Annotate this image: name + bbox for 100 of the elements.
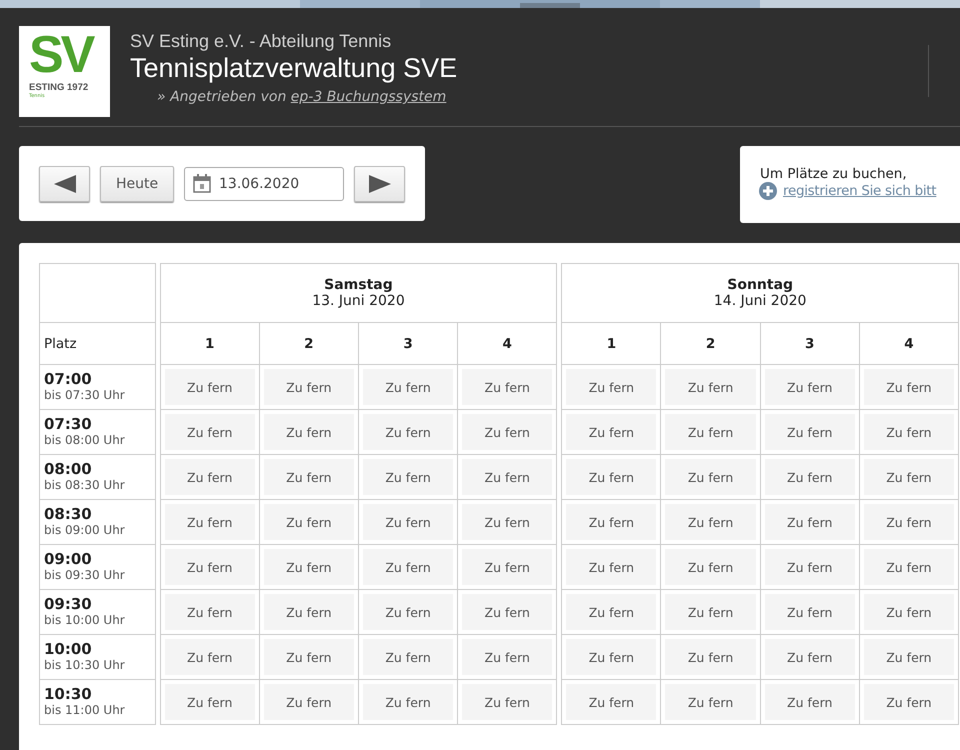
- time-label: 08:30: [44, 506, 93, 523]
- slot-cell: Zu fern: [462, 549, 552, 585]
- time-range: bis 07:30 Uhr: [44, 388, 126, 403]
- powered-by-text: » Angetrieben von ep-3 Buchungssystem: [157, 89, 448, 105]
- slot-cell: Zu fern: [462, 504, 552, 540]
- slot-cell: Zu fern: [462, 369, 552, 405]
- slot-cell: Zu fern: [362, 639, 454, 675]
- left-triangle-icon: [54, 174, 76, 192]
- slot-cell: Zu fern: [164, 639, 255, 675]
- slot-cell: Zu fern: [462, 414, 552, 450]
- slot-cell: Zu fern: [362, 369, 454, 405]
- time-range: bis 08:30 Uhr: [44, 478, 126, 493]
- court-number: 2: [304, 336, 314, 352]
- slot-cell: Zu fern: [864, 414, 954, 450]
- slot-cell: Zu fern: [264, 459, 354, 495]
- time-range: bis 11:00 Uhr: [44, 703, 126, 718]
- slot-cell: Zu fern: [264, 549, 354, 585]
- plus-icon: [759, 182, 777, 200]
- slot-cell: Zu fern: [764, 369, 855, 405]
- time-range: bis 09:00 Uhr: [44, 523, 126, 538]
- slot-cell: Zu fern: [864, 684, 954, 720]
- club-name: SV Esting e.V. - Abteilung Tennis: [130, 31, 392, 52]
- slot-cell: Zu fern: [566, 684, 656, 720]
- register-link[interactable]: registrieren Sie sich bitt: [783, 183, 936, 199]
- slot-cell: Zu fern: [462, 639, 552, 675]
- slot-cell: Zu fern: [362, 549, 454, 585]
- slot-cell: Zu fern: [462, 459, 552, 495]
- slot-cell: Zu fern: [764, 414, 855, 450]
- notice-text: Um Plätze zu buchen,: [760, 166, 908, 182]
- slot-cell: Zu fern: [764, 639, 855, 675]
- slot-cell: Zu fern: [665, 594, 756, 630]
- slot-cell: Zu fern: [764, 684, 855, 720]
- right-triangle-icon: [368, 174, 390, 192]
- date-field[interactable]: 13.06.2020: [184, 166, 344, 200]
- time-range: bis 09:30 Uhr: [44, 568, 126, 583]
- slot-cell: Zu fern: [566, 369, 656, 405]
- slot-cell: Zu fern: [566, 594, 656, 630]
- slot-cell: Zu fern: [362, 414, 454, 450]
- slot-cell: Zu fern: [164, 684, 255, 720]
- slot-cell: Zu fern: [264, 414, 354, 450]
- slot-cell: Zu fern: [864, 459, 954, 495]
- slot-cell: Zu fern: [665, 504, 756, 540]
- time-label: 07:30: [44, 416, 93, 433]
- slot-cell: Zu fern: [764, 504, 855, 540]
- slot-cell: Zu fern: [164, 414, 255, 450]
- slot-cell: Zu fern: [864, 594, 954, 630]
- site-title: Tennisplatzverwaltung SVE: [130, 53, 458, 84]
- slot-cell: Zu fern: [462, 684, 552, 720]
- slot-cell: Zu fern: [164, 504, 255, 540]
- slot-cell: Zu fern: [362, 504, 454, 540]
- time-label: 10:30: [44, 686, 93, 703]
- day-date: 13. Juni 2020: [312, 293, 405, 309]
- slot-cell: Zu fern: [665, 414, 756, 450]
- slot-cell: Zu fern: [566, 549, 656, 585]
- slot-cell: Zu fern: [566, 639, 656, 675]
- time-label: 09:00: [44, 551, 93, 568]
- powered-by-link[interactable]: ep-3 Buchungssystem: [290, 89, 446, 105]
- time-range: bis 10:00 Uhr: [44, 613, 126, 628]
- time-label: 09:30: [44, 596, 93, 613]
- court-number: 3: [403, 336, 413, 352]
- court-number: 2: [706, 336, 716, 352]
- slot-cell: Zu fern: [462, 594, 552, 630]
- slot-cell: Zu fern: [665, 639, 756, 675]
- day-name: Samstag: [324, 277, 393, 293]
- slot-cell: Zu fern: [164, 369, 255, 405]
- slot-cell: Zu fern: [566, 459, 656, 495]
- slot-cell: Zu fern: [264, 639, 354, 675]
- next-day-button[interactable]: [354, 166, 405, 202]
- slot-cell: Zu fern: [864, 549, 954, 585]
- court-number: 3: [805, 336, 814, 352]
- slot-cell: Zu fern: [665, 459, 756, 495]
- slot-cell: Zu fern: [864, 369, 954, 405]
- slot-cell: Zu fern: [164, 459, 255, 495]
- slot-cell: Zu fern: [362, 594, 454, 630]
- previous-day-button[interactable]: [39, 166, 90, 202]
- slot-cell: Zu fern: [264, 369, 354, 405]
- court-number: 1: [205, 336, 214, 352]
- slot-cell: Zu fern: [362, 684, 454, 720]
- court-number: 1: [606, 336, 616, 352]
- slot-cell: Zu fern: [764, 459, 855, 495]
- slot-cell: Zu fern: [764, 549, 855, 585]
- slot-cell: Zu fern: [264, 684, 354, 720]
- slot-cell: Zu fern: [665, 549, 756, 585]
- court-number: 4: [904, 336, 914, 352]
- time-range: bis 08:00 Uhr: [44, 433, 126, 448]
- slot-cell: Zu fern: [665, 684, 756, 720]
- slot-cell: Zu fern: [665, 369, 756, 405]
- court-column-label: Platz: [44, 336, 77, 352]
- slot-cell: Zu fern: [566, 504, 656, 540]
- slot-cell: Zu fern: [264, 594, 354, 630]
- time-label: 10:00: [44, 641, 93, 658]
- logo-name: ESTING 1972: [29, 82, 90, 93]
- slot-cell: Zu fern: [164, 594, 255, 630]
- slot-cell: Zu fern: [264, 504, 354, 540]
- today-button[interactable]: Heute: [100, 166, 174, 202]
- slot-cell: Zu fern: [362, 459, 454, 495]
- slot-cell: Zu fern: [864, 504, 954, 540]
- slot-cell: Zu fern: [864, 639, 954, 675]
- slot-cell: Zu fern: [164, 549, 255, 585]
- time-label: 07:00: [44, 371, 93, 388]
